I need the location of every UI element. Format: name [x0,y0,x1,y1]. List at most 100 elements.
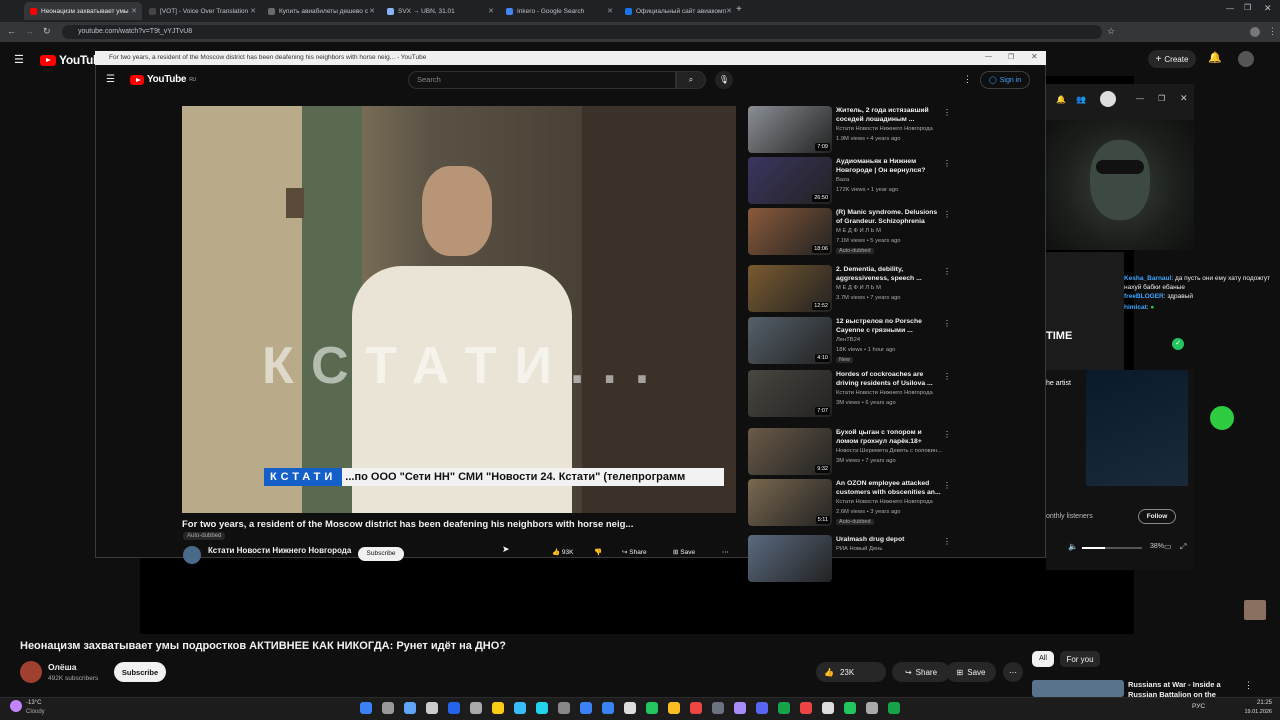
recommendation-more-icon[interactable]: ⋮ [943,319,951,328]
popup-youtube-logo[interactable]: YouTube RU [130,74,196,85]
recommendation-title[interactable]: Бухой цыган с топором и ломом грохнул ла… [836,428,941,446]
browser-tab[interactable]: Неонацизм захватывает умы ✕ [24,2,142,20]
recommendation-thumbnail[interactable] [748,535,832,582]
recommendation-thumbnail[interactable]: 5:11 [748,479,832,526]
webcam-maximize-icon[interactable]: ❐ [1158,94,1165,103]
recommendation-more-icon[interactable]: ⋮ [943,481,951,490]
discord-icon[interactable] [756,702,768,714]
recommendation-thumbnail[interactable]: 26:50 [748,157,832,204]
background-channel-name[interactable]: Олёша [48,662,76,672]
tab-close-icon[interactable]: ✕ [607,7,613,15]
recommendation-channel[interactable]: Кстати Новости Нижнего Новгорода [836,390,946,396]
popup-menu-icon[interactable]: ☰ [106,74,115,85]
close-window-icon[interactable]: ✕ [1264,3,1272,14]
recommendation-thumbnail[interactable]: 18:06 [748,208,832,255]
recommendation-more-icon[interactable]: ⋮ [943,108,951,117]
side-video-thumbnail[interactable] [1032,680,1124,697]
popup-minimize-icon[interactable]: — [985,53,992,60]
recommendation-channel[interactable]: Кстати Новости Нижнего Новгорода [836,126,946,132]
settings-icon[interactable] [624,702,636,714]
recommendation-title[interactable]: (R) Manic syndrome. Delusions of Grandeu… [836,208,941,226]
recommendation-more-icon[interactable]: ⋮ [943,267,951,276]
clock-date[interactable]: 19.01.2026 [1236,709,1272,715]
keyboard-language[interactable]: РУС [1192,703,1205,710]
background-like-button[interactable]: 👍 23K [816,662,886,682]
browser-icon[interactable] [734,702,746,714]
new-tab-icon[interactable]: + [736,4,742,15]
recommendation-item[interactable]: 4:10 12 выстрелов по Porsche Cayenne с гр… [748,317,951,367]
clock-time[interactable]: 21:25 [1244,700,1272,706]
recommendation-channel[interactable]: Кстати Новости Нижнего Новгорода [836,499,946,505]
search-icon[interactable] [382,702,394,714]
create-button[interactable]: + Create [1148,50,1196,68]
search-input[interactable]: Search [408,71,676,89]
background-share-button[interactable]: ↪ Share [892,662,950,682]
tab-close-icon[interactable]: ✕ [131,7,137,15]
recommendation-more-icon[interactable]: ⋮ [943,372,951,381]
recommendation-channel[interactable]: РИА Новый День [836,546,946,552]
spotify-follow-button[interactable]: Follow [1138,509,1176,524]
maximize-icon[interactable]: ❐ [1244,3,1251,12]
tab-close-icon[interactable]: ✕ [369,7,375,15]
address-bar[interactable]: youtube.com/watch?v=T9t_vYJTvU8 [62,25,1102,39]
bookmark-star-icon[interactable]: ☆ [1107,26,1115,37]
search-button[interactable]: ⌕ [676,71,706,89]
app-h-icon[interactable] [822,702,834,714]
explorer-icon[interactable] [448,702,460,714]
recommendation-item[interactable]: 12:52 2. Dementia, debility, aggressivene… [748,265,951,315]
recommendation-item[interactable]: 7:07 Hordes of cockroaches are driving re… [748,370,951,420]
recommendation-channel[interactable]: М Е Д Ф И Л Ь М [836,285,946,291]
app-red-icon[interactable] [800,702,812,714]
background-more-button[interactable]: ⋯ [1003,662,1023,682]
browser-tab[interactable]: SVX → UBN, 31.01 ✕ [381,2,499,20]
chrome-icon[interactable] [668,702,680,714]
recommendation-more-icon[interactable]: ⋮ [943,210,951,219]
recommendation-thumbnail[interactable]: 4:10 [748,317,832,364]
recommendation-title[interactable]: Житель, 2 года истязавший соседей лошади… [836,106,941,124]
tab-close-icon[interactable]: ✕ [250,7,256,15]
side-video-more-icon[interactable]: ⋮ [1244,680,1253,691]
spotify-icon[interactable] [646,702,658,714]
recommendation-thumbnail[interactable]: 7:09 [748,106,832,153]
steam-icon[interactable] [602,702,614,714]
forward-icon[interactable]: → [25,26,34,36]
recommendation-title[interactable]: Uralmash drug depot [836,535,941,544]
popup-subscribe-button[interactable]: Subscribe [358,547,404,561]
recommendation-more-icon[interactable]: ⋮ [943,537,951,546]
brave-icon[interactable] [690,702,702,714]
webcam-bell-icon[interactable]: 🔔 [1056,95,1066,104]
webcam-minimize-icon[interactable]: — [1136,94,1144,103]
browser-menu-icon[interactable]: ⋮ [1268,26,1277,37]
recommendation-channel[interactable]: Baza [836,177,946,183]
popup-dislike-button[interactable]: 👎 [594,548,602,560]
recommendation-item[interactable]: 5:11 An OZON employee attacked customers … [748,479,951,529]
recommendation-title[interactable]: 2. Dementia, debility, aggressiveness, s… [836,265,941,283]
browser-tab[interactable]: Официальный сайт авиакомп ✕ [619,2,737,20]
settings-more-icon[interactable]: ⋮ [963,74,972,85]
app-green-icon[interactable] [844,702,856,714]
recommendation-thumbnail[interactable]: 12:52 [748,265,832,312]
volume-track[interactable] [1082,547,1142,549]
popup-channel-avatar[interactable] [183,546,201,564]
notifications-bell-icon[interactable]: 🔔 [1208,51,1222,64]
widgets-icon[interactable] [404,702,416,714]
recommendation-channel[interactable]: ЛенТВ24 [836,337,946,343]
terminal-icon[interactable] [866,702,878,714]
volume-icon[interactable]: 🔈 [1068,542,1078,551]
menu-icon[interactable]: ☰ [14,53,24,66]
store-icon[interactable] [536,702,548,714]
back-icon[interactable]: ← [7,26,16,36]
folder-icon[interactable] [492,702,504,714]
fullscreen-icon[interactable]: ⤢ [1180,542,1186,552]
popup-share-button[interactable]: ↪ Share [622,548,647,560]
account-avatar[interactable] [1238,51,1254,67]
webcam-avatar[interactable] [1100,91,1116,107]
recommendation-channel[interactable]: Новости Шереметa Девять с половин... [836,448,946,454]
browser-tab[interactable]: Inkero - Google Search ✕ [500,2,618,20]
popup-save-button[interactable]: ⊞ Save [673,548,695,560]
mail-icon[interactable] [514,702,526,714]
recommendation-thumbnail[interactable]: 9:32 [748,428,832,475]
side-video-title[interactable]: Russians at War - Inside a Russian Batta… [1128,680,1234,697]
webcam-close-icon[interactable]: ✕ [1180,93,1188,104]
task-view-icon[interactable] [470,702,482,714]
